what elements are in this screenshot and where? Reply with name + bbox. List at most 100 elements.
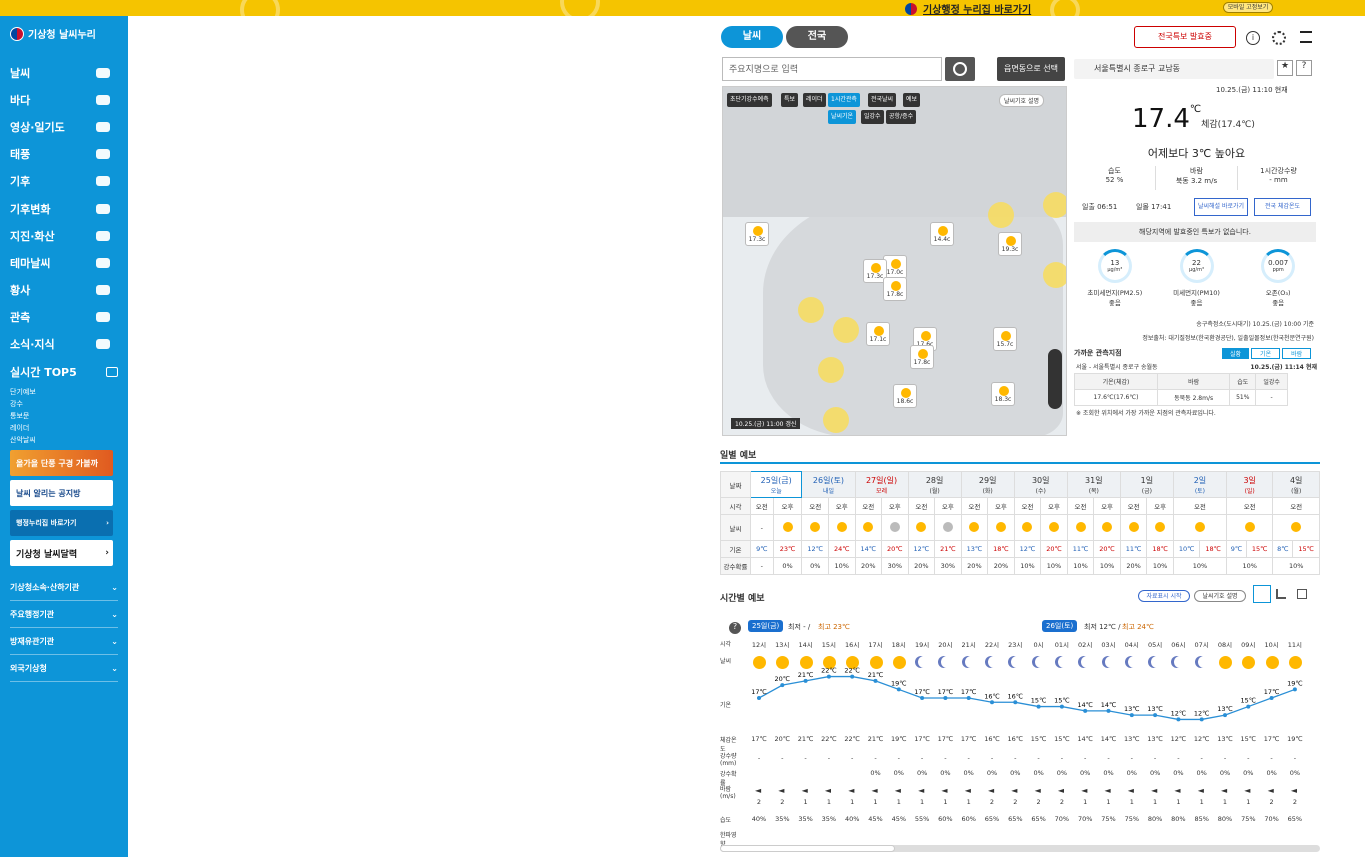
temp-label: 17℃ [1264, 688, 1280, 696]
day-header[interactable]: 29일 (화) [960, 471, 1015, 498]
star-icon[interactable]: ★ [1277, 60, 1293, 76]
banner-calendar[interactable]: 기상청 날씨달력 › [10, 540, 113, 567]
day-header[interactable]: 25일(금) 오늘 [749, 471, 803, 498]
day-header[interactable]: 2일 (토) [1172, 471, 1227, 498]
table-icon[interactable] [1297, 589, 1307, 599]
map-ctl-national[interactable]: 전국날씨 [868, 93, 897, 107]
map-pin[interactable]: 17.8c [883, 277, 907, 301]
map-sub-airport[interactable]: 공항/증수 [886, 110, 917, 124]
banner-autumn[interactable]: 올가을 단풍 구경 가볼까 [10, 450, 113, 477]
day-header[interactable]: 27일(일) 모레 [854, 471, 909, 498]
top5-item[interactable]: 강수 [10, 398, 118, 410]
top5-item[interactable]: 통보문 [10, 410, 118, 422]
sidebar-item[interactable]: 소식·지식 [0, 331, 128, 358]
sidebar-item[interactable]: 태풍 [0, 141, 128, 168]
chevron-right-icon: › [106, 519, 109, 528]
hourly-cell: 08시 [1217, 641, 1233, 649]
day-header[interactable]: 1일 (금) [1119, 471, 1174, 498]
map-pin[interactable]: 19.3c [998, 232, 1022, 256]
sidebar-item[interactable]: 기후 [0, 168, 128, 195]
related-link[interactable]: 방재유관기관 ⌄ [10, 628, 118, 656]
menu-icon[interactable] [1300, 31, 1312, 43]
help-icon[interactable]: ? [1296, 60, 1312, 76]
feels-button[interactable]: 전국 체감온도 [1254, 198, 1311, 216]
map-pin[interactable]: 17.1c [866, 322, 890, 346]
map-timestamp: 10.25.(금) 11:00 갱신 [731, 418, 801, 429]
map-pin[interactable]: 18.6c [893, 384, 917, 408]
sun-icon [1075, 521, 1086, 532]
day-header[interactable]: 3일 (일) [1225, 471, 1274, 498]
hourly-cell: 55% [914, 815, 930, 823]
banner-gov[interactable]: 행정누리집 바로가기 › [10, 510, 113, 537]
map-pin[interactable]: 17.3c [745, 222, 769, 246]
nearby-time: 10.25.(금) 11:14 현재 [1250, 364, 1317, 371]
sidebar-item[interactable]: 지진·화산 [0, 222, 128, 249]
hourly-cell: 1 [803, 798, 808, 806]
hourly-cell: 1 [943, 798, 948, 806]
top5-item[interactable]: 산악날씨 [10, 434, 118, 446]
top5-item[interactable]: 단기예보 [10, 386, 118, 398]
info-icon[interactable]: i [1246, 31, 1260, 45]
related-link[interactable]: 기상청소속·산하기관 ⌄ [10, 574, 118, 602]
hourly-cell: 13시 [775, 641, 790, 649]
map-pin[interactable]: 15.7c [993, 327, 1017, 351]
sidebar-item[interactable]: 바다 [0, 86, 128, 113]
map-sub-temp[interactable]: 날씨기온 [828, 110, 857, 124]
warning-button[interactable]: 전국특보 발효중 [1134, 26, 1236, 48]
day-header[interactable]: 28일 (월) [907, 471, 962, 498]
map-ctl-radar[interactable]: 레이더 [803, 93, 826, 107]
gear-icon[interactable] [1272, 31, 1286, 45]
day-header[interactable]: 4일 (월) [1272, 471, 1320, 498]
map-sub-rain[interactable]: 일강수 [861, 110, 884, 124]
hourly-cell: - [1177, 754, 1180, 762]
search-button[interactable] [945, 57, 975, 81]
location-select[interactable]: 서울특별시 종로구 교남동 [1074, 59, 1274, 79]
hourly-cell: 1 [826, 798, 831, 806]
map-legend-button[interactable]: 날씨기호 설명 [998, 94, 1044, 107]
scrollbar[interactable] [720, 845, 1320, 852]
list-icon[interactable] [106, 367, 118, 378]
tab-weather[interactable]: 날씨 [721, 26, 783, 48]
banner-notice[interactable]: 날씨 알리는 공지방 [10, 480, 113, 507]
day-header[interactable]: 31일 (목) [1066, 471, 1121, 498]
related-link[interactable]: 주요행정기관 ⌄ [10, 601, 118, 629]
map-pin[interactable]: 18.3c [991, 382, 1015, 406]
logo[interactable]: 기상청 날씨누리 [0, 16, 128, 51]
map-pin[interactable]: 17.8c [910, 345, 934, 369]
hourly-cell: - [944, 754, 947, 762]
day-header[interactable]: 30일 (수) [1013, 471, 1068, 498]
day-header[interactable]: 26일(토) 내일 [801, 471, 856, 498]
search-input[interactable]: 주요지명으로 입력 [722, 57, 942, 81]
tab-nation[interactable]: 전국 [786, 26, 848, 48]
temp-point [966, 696, 971, 700]
map-pin[interactable]: 14.4c [930, 222, 954, 246]
map-ctl-hourly[interactable]: 1시간관측 [828, 93, 860, 107]
temp-point [920, 696, 925, 700]
start-button[interactable]: 자료표시 시작 [1138, 590, 1190, 602]
related-link[interactable]: 외국기상청 ⌄ [10, 655, 118, 683]
chevron-down-icon: ⌄ [111, 663, 118, 673]
mobile-view-button[interactable]: 모바일 고정보기 [1223, 2, 1273, 13]
map-ctl-warning[interactable]: 특보 [781, 93, 799, 107]
map-ctl-nowcast[interactable]: 초단기강수예측 [727, 93, 772, 107]
sidebar-item[interactable]: 영상·일기도 [0, 113, 128, 140]
map-ctl-forecast[interactable]: 예보 [903, 93, 921, 107]
help-icon[interactable]: ? [729, 622, 741, 634]
weather-map[interactable]: 초단기강수예측 특보 레이더 1시간관측 전국날씨 예보 날씨기온 일강수 공항… [722, 86, 1067, 436]
gov-link[interactable]: 기상행정 누리집 바로가기 [905, 1, 1031, 16]
sidebar-item[interactable]: 테마날씨 [0, 249, 128, 276]
select-area-button[interactable]: 읍면동으로 선택 [997, 57, 1065, 81]
sidebar-item[interactable]: 관측 [0, 304, 128, 331]
sidebar-item[interactable]: 기후변화 [0, 195, 128, 222]
hourly-cell: 07시 [1194, 641, 1209, 649]
commentary-button[interactable]: 날씨해설 바로가기 [1194, 198, 1248, 216]
chart-line-icon[interactable] [1253, 585, 1271, 603]
hourly-legend-button[interactable]: 날씨기호 설명 [1194, 590, 1246, 602]
zoom-control[interactable] [1048, 349, 1062, 409]
chart-bar-icon[interactable] [1276, 589, 1286, 599]
sidebar-item[interactable]: 날씨 [0, 59, 128, 86]
hourly-row-label: 습도 [720, 817, 732, 824]
updated-time: 10.25.(금) 11:10 현재 [1216, 86, 1288, 94]
top5-item[interactable]: 레이더 [10, 422, 118, 434]
sidebar-item[interactable]: 황사 [0, 277, 128, 304]
